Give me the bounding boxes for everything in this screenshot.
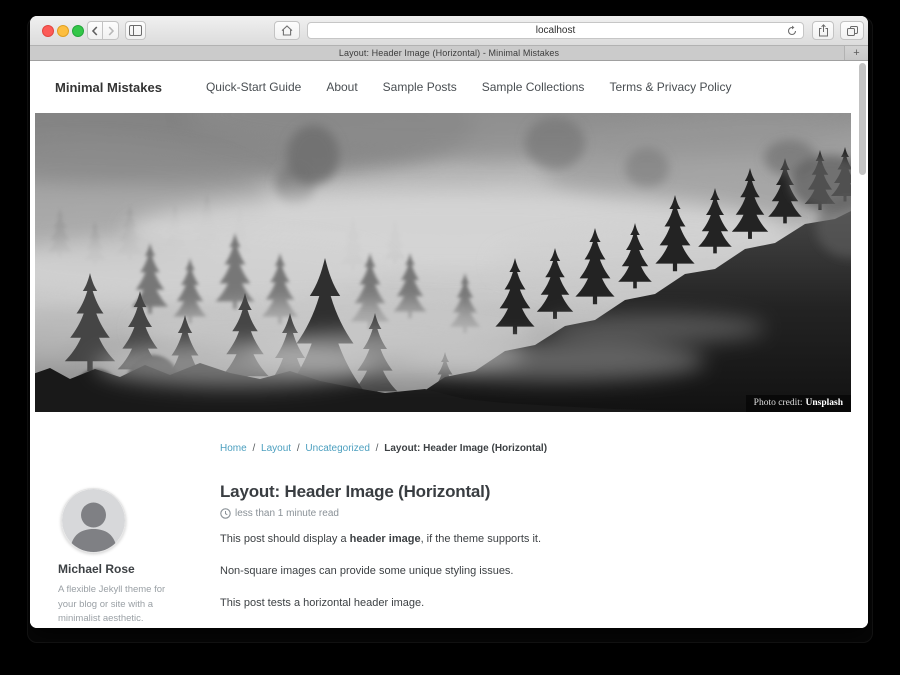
- author-profile: Michael Rose A flexible Jekyll theme for…: [58, 488, 193, 627]
- safari-window: localhost Layout: Header Image (Horizont…: [30, 16, 868, 628]
- paragraph-1-bold: header image: [350, 533, 421, 545]
- breadcrumb-current-page: Layout: Header Image (Horizontal): [384, 443, 547, 454]
- nav-item-sample-collections[interactable]: Sample Collections: [482, 80, 585, 94]
- author-name: Michael Rose: [58, 562, 193, 576]
- tab-bar: Layout: Header Image (Horizontal) - Mini…: [30, 46, 868, 61]
- share-icon: [818, 24, 829, 37]
- masthead: Minimal Mistakes Quick-Start Guide About…: [30, 61, 868, 113]
- close-window-button[interactable]: [42, 25, 54, 37]
- tab-overview-button[interactable]: [840, 21, 864, 40]
- foggy-forest-illustration: [35, 113, 851, 412]
- clock-icon: [220, 508, 231, 519]
- breadcrumb-layout[interactable]: Layout: [261, 443, 291, 454]
- window-controls: [42, 25, 84, 37]
- share-button[interactable]: [812, 21, 834, 40]
- minimize-window-button[interactable]: [57, 25, 69, 37]
- active-tab[interactable]: Layout: Header Image (Horizontal) - Mini…: [339, 48, 559, 58]
- nav-item-sample-posts[interactable]: Sample Posts: [383, 80, 457, 94]
- page-viewport: Minimal Mistakes Quick-Start Guide About…: [30, 61, 868, 628]
- address-bar[interactable]: localhost: [307, 22, 804, 39]
- nav-item-terms-privacy-policy[interactable]: Terms & Privacy Policy: [609, 80, 731, 94]
- avatar-placeholder-silhouette: [62, 489, 125, 552]
- sidebar-panel-icon: [129, 25, 142, 36]
- paragraph-1: This post should display a header image,…: [220, 532, 800, 547]
- home-button[interactable]: [274, 21, 300, 40]
- vertical-scrollbar-thumb[interactable]: [859, 63, 866, 175]
- photo-credit-caption: Photo credit:Unsplash: [746, 395, 851, 412]
- photo-credit-label: Photo credit:: [754, 398, 803, 408]
- paragraph-3: This post tests a horizontal header imag…: [220, 596, 800, 611]
- site-title-link[interactable]: Minimal Mistakes: [55, 80, 162, 95]
- photo-credit-link[interactable]: Unsplash: [806, 398, 844, 408]
- avatar: [61, 488, 126, 553]
- history-nav-group: [87, 21, 119, 40]
- breadcrumb-uncategorized[interactable]: Uncategorized: [305, 443, 369, 454]
- browser-toolbar: localhost: [30, 16, 868, 46]
- author-bio: A flexible Jekyll theme for your blog or…: [58, 583, 176, 627]
- page-title: Layout: Header Image (Horizontal): [220, 482, 800, 502]
- sidebar-toggle-button[interactable]: [125, 21, 146, 40]
- site-nav: Quick-Start Guide About Sample Posts Sam…: [206, 80, 732, 94]
- paragraph-1-text: This post should display a: [220, 533, 350, 545]
- paragraph-2: Non-square images can provide some uniqu…: [220, 564, 800, 579]
- paragraph-1-text: , if the theme supports it.: [421, 533, 541, 545]
- tab-overview-icon: [846, 25, 859, 37]
- hero-image: Photo credit:Unsplash: [35, 113, 851, 412]
- new-tab-button[interactable]: +: [844, 46, 868, 60]
- reload-icon[interactable]: [786, 25, 798, 37]
- read-time-text: less than 1 minute read: [235, 508, 339, 519]
- read-time: less than 1 minute read: [220, 508, 800, 519]
- nav-item-quick-start-guide[interactable]: Quick-Start Guide: [206, 80, 301, 94]
- back-button[interactable]: [87, 21, 103, 40]
- breadcrumb: Home / Layout / Uncategorized / Layout: …: [220, 443, 547, 454]
- breadcrumb-home[interactable]: Home: [220, 443, 247, 454]
- breadcrumb-separator: /: [252, 443, 255, 454]
- forward-button[interactable]: [103, 21, 119, 40]
- url-text: localhost: [308, 25, 803, 36]
- chevron-right-icon: [107, 26, 115, 36]
- nav-item-about[interactable]: About: [326, 80, 357, 94]
- breadcrumb-separator: /: [376, 443, 379, 454]
- zoom-window-button[interactable]: [72, 25, 84, 37]
- chevron-left-icon: [91, 26, 99, 36]
- article: Layout: Header Image (Horizontal) less t…: [220, 482, 800, 628]
- home-icon: [281, 25, 293, 36]
- breadcrumb-separator: /: [297, 443, 300, 454]
